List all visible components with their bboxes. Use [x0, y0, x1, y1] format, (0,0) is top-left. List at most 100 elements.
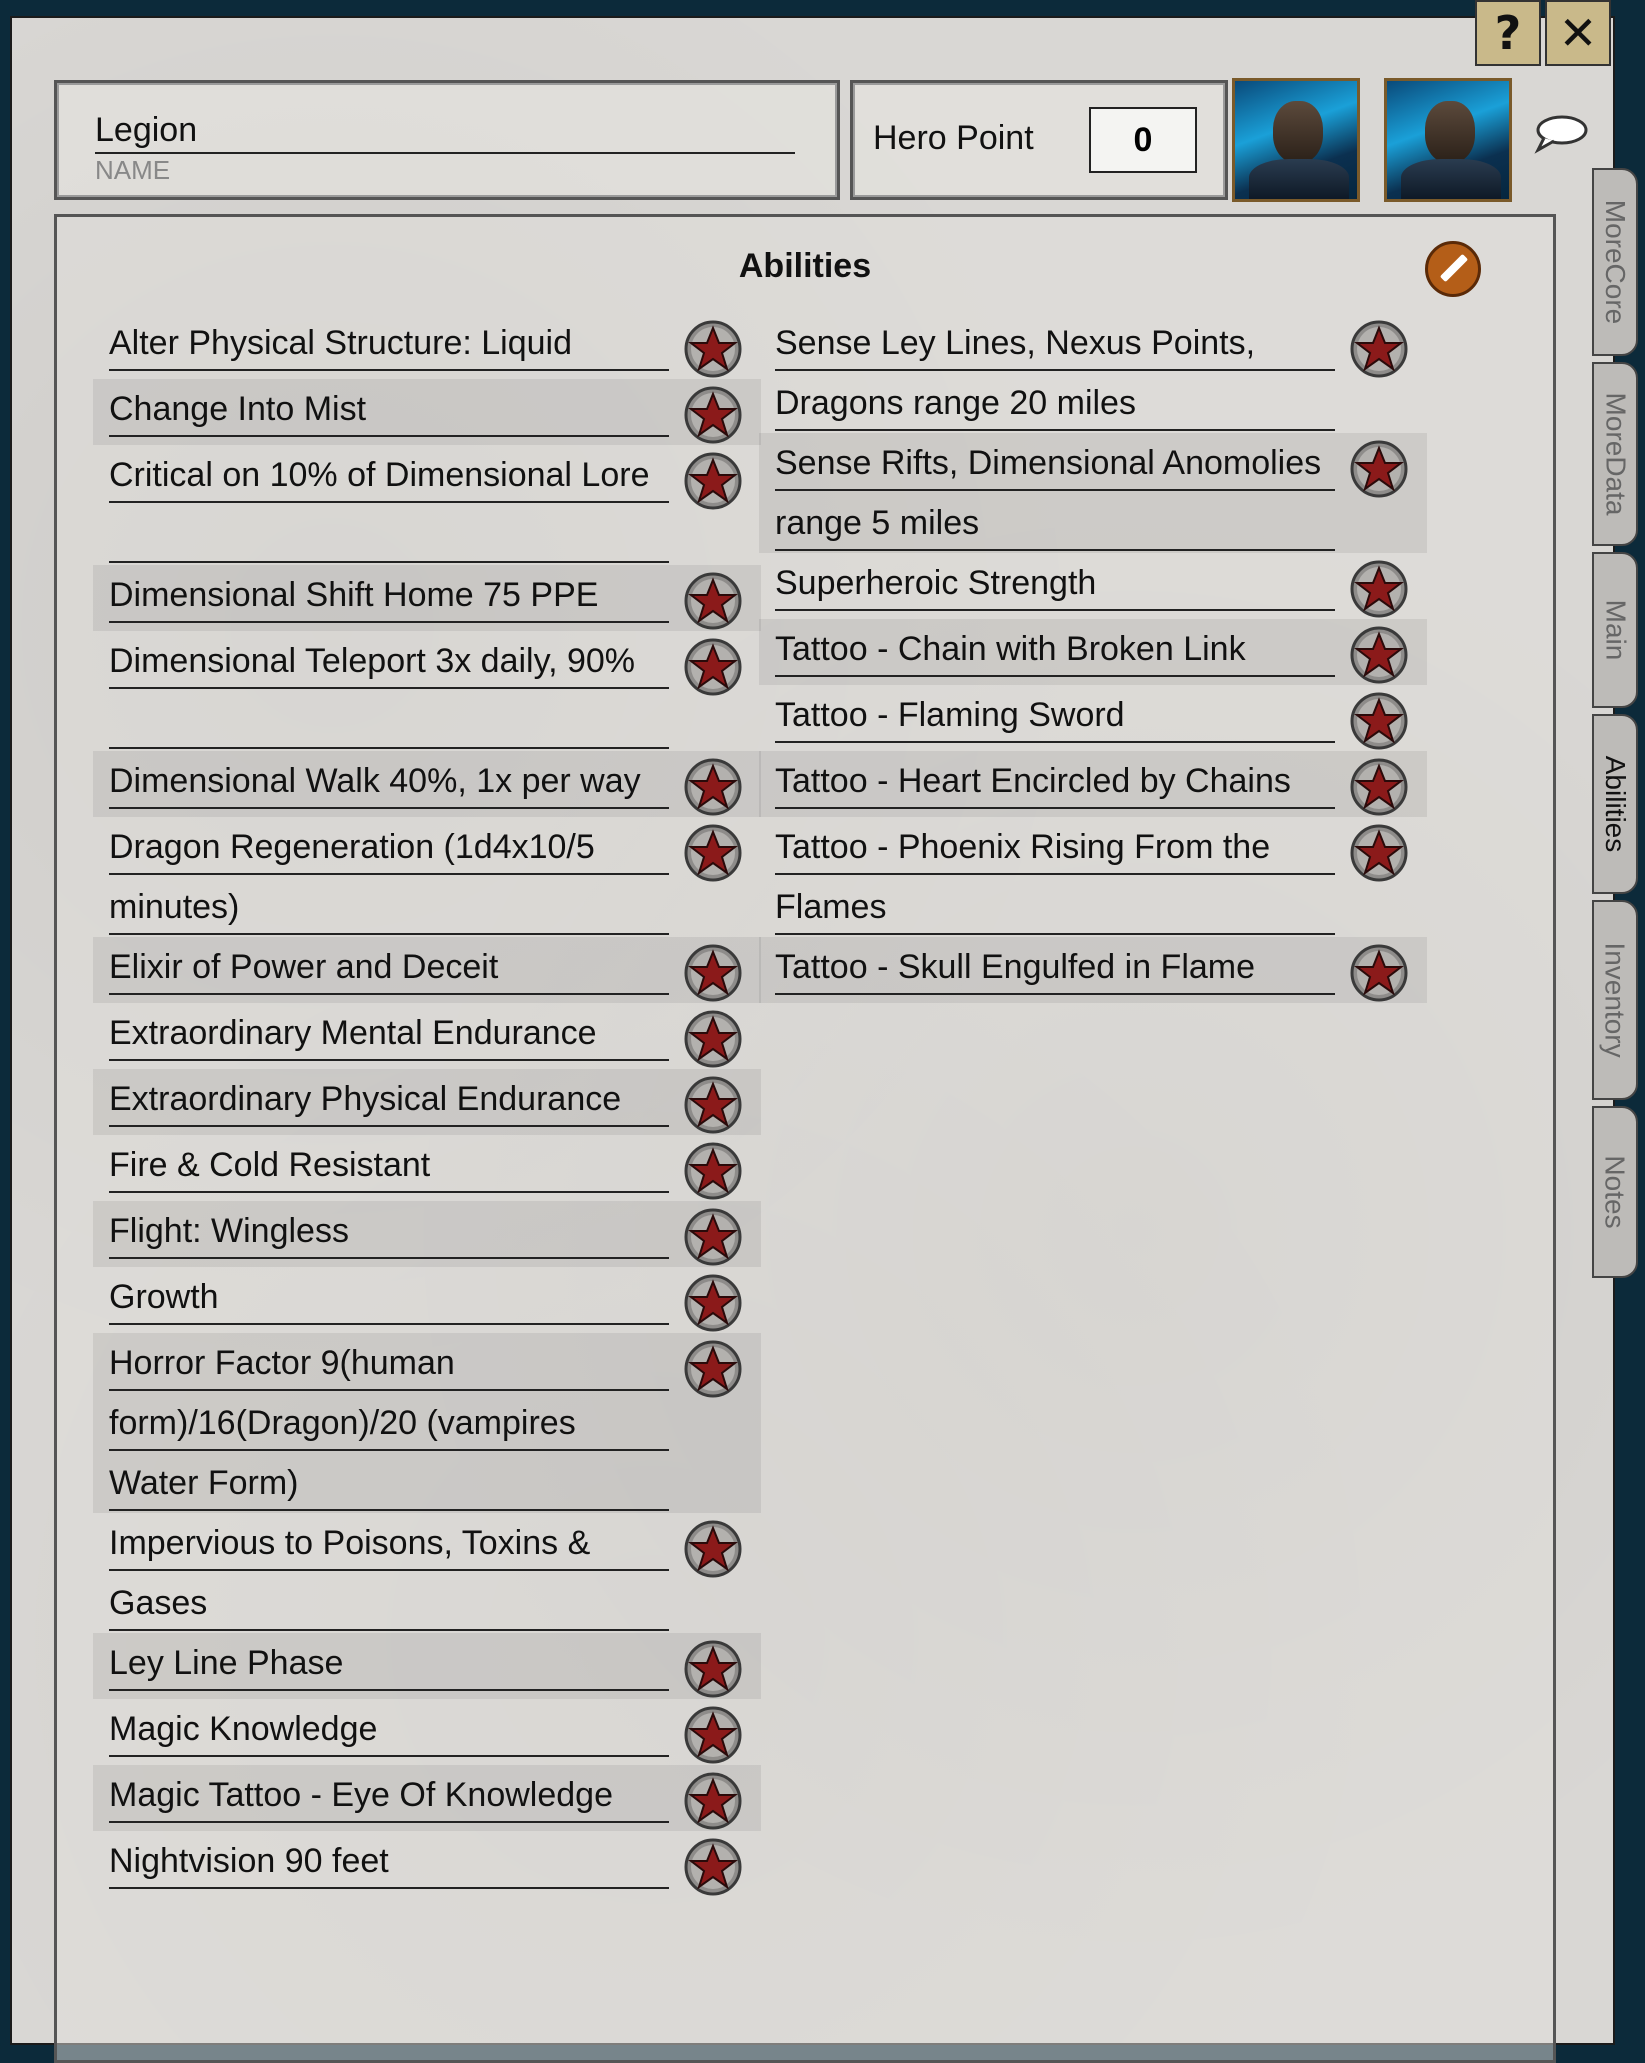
character-sheet-window: Legion NAME Hero Point 0 Abilities Alter…	[10, 16, 1638, 2063]
ability-row: Change Into Mist	[93, 379, 761, 445]
ability-name[interactable]: Nightvision 90 feet	[109, 1831, 669, 1891]
star-icon[interactable]	[683, 1639, 743, 1699]
ability-row: Horror Factor 9(human form)/16(Dragon)/2…	[93, 1333, 761, 1513]
tab-label: MoreData	[1600, 392, 1631, 516]
ability-row: Impervious to Poisons, Toxins & Gases	[93, 1513, 761, 1633]
star-icon[interactable]	[1349, 823, 1409, 883]
ability-name[interactable]: Extraordinary Mental Endurance	[109, 1003, 669, 1063]
ability-row: Elixir of Power and Deceit	[93, 937, 761, 1003]
star-icon[interactable]	[683, 1009, 743, 1069]
speech-bubble-icon[interactable]	[1534, 114, 1588, 154]
ability-name[interactable]: Ley Line Phase	[109, 1633, 669, 1693]
ability-name[interactable]: Growth	[109, 1267, 669, 1327]
ability-name[interactable]: Dimensional Shift Home 75 PPE	[109, 565, 669, 625]
ability-row: Alter Physical Structure: Liquid	[93, 313, 761, 379]
star-icon[interactable]	[683, 1075, 743, 1135]
star-icon[interactable]	[683, 757, 743, 817]
ability-row: Superheroic Strength	[759, 553, 1427, 619]
ability-row: Sense Ley Lines, Nexus Points, Dragons r…	[759, 313, 1427, 433]
ability-name[interactable]: Extraordinary Physical Endurance	[109, 1069, 669, 1129]
ability-name[interactable]: Dimensional Teleport 3x daily, 90%	[109, 631, 669, 751]
star-icon[interactable]	[683, 1837, 743, 1897]
ability-name[interactable]: Tattoo - Chain with Broken Link	[775, 619, 1335, 679]
ability-name[interactable]: Alter Physical Structure: Liquid	[109, 313, 669, 373]
ability-row: Dragon Regeneration (1d4x10/5 minutes)	[93, 817, 761, 937]
ability-name[interactable]: Elixir of Power and Deceit	[109, 937, 669, 997]
ability-name[interactable]: Change Into Mist	[109, 379, 669, 439]
star-icon[interactable]	[683, 943, 743, 1003]
star-icon[interactable]	[683, 1141, 743, 1201]
ability-row: Critical on 10% of Dimensional Lore	[93, 445, 761, 565]
name-field[interactable]: Legion	[95, 111, 795, 154]
ability-name[interactable]: Horror Factor 9(human form)/16(Dragon)/2…	[109, 1333, 669, 1513]
star-icon[interactable]	[1349, 757, 1409, 817]
star-icon[interactable]	[683, 571, 743, 631]
section-title: Abilities	[738, 247, 872, 285]
close-button[interactable]: ✕	[1545, 0, 1611, 66]
ability-row: Tattoo - Heart Encircled by Chains	[759, 751, 1427, 817]
ability-name[interactable]: Magic Knowledge	[109, 1699, 669, 1759]
ability-name[interactable]: Dragon Regeneration (1d4x10/5 minutes)	[109, 817, 669, 937]
sheet-tabs: MoreCore MoreData Main Abilities Inventory No…	[1592, 168, 1638, 1284]
star-icon[interactable]	[1349, 691, 1409, 751]
star-icon[interactable]	[683, 637, 743, 697]
ability-row: Sense Rifts, Dimensional Anomolies range…	[759, 433, 1427, 553]
star-icon[interactable]	[683, 1339, 743, 1399]
star-icon[interactable]	[683, 823, 743, 883]
ability-row: Tattoo - Skull Engulfed in Flame	[759, 937, 1427, 1003]
tab-abilities[interactable]: Abilities	[1592, 714, 1638, 894]
star-icon[interactable]	[683, 451, 743, 511]
tab-moredata[interactable]: MoreData	[1592, 362, 1638, 546]
ability-name[interactable]: Superheroic Strength	[775, 553, 1335, 613]
ability-name[interactable]: Tattoo - Heart Encircled by Chains	[775, 751, 1335, 811]
hero-point-frame: Hero Point 0	[850, 80, 1228, 200]
star-icon[interactable]	[683, 1705, 743, 1765]
ability-name[interactable]: Sense Rifts, Dimensional Anomolies range…	[775, 433, 1335, 553]
star-icon[interactable]	[1349, 439, 1409, 499]
ability-row: Nightvision 90 feet	[93, 1831, 761, 1897]
tab-main[interactable]: Main	[1592, 552, 1638, 708]
ability-name[interactable]: Tattoo - Flaming Sword	[775, 685, 1335, 745]
tab-label: MoreCore	[1600, 199, 1632, 325]
ability-name[interactable]: Tattoo - Phoenix Rising From the Flames	[775, 817, 1335, 937]
star-icon[interactable]	[1349, 943, 1409, 1003]
portrait-token[interactable]	[1232, 78, 1360, 202]
tab-label: Notes	[1600, 1155, 1631, 1229]
ability-name[interactable]: Critical on 10% of Dimensional Lore	[109, 445, 669, 565]
ability-name[interactable]: Tattoo - Skull Engulfed in Flame	[775, 937, 1335, 997]
star-icon[interactable]	[683, 385, 743, 445]
ability-row: Tattoo - Phoenix Rising From the Flames	[759, 817, 1427, 937]
star-icon[interactable]	[683, 319, 743, 379]
name-label: NAME	[95, 155, 171, 185]
help-button[interactable]: ?	[1475, 0, 1541, 66]
star-icon[interactable]	[683, 1273, 743, 1333]
tab-label: Abilities	[1600, 755, 1632, 853]
ability-name[interactable]: Flight: Wingless	[109, 1201, 669, 1261]
ability-row: Growth	[93, 1267, 761, 1333]
window-buttons: ? ✕	[1475, 0, 1611, 66]
ability-name[interactable]: Sense Ley Lines, Nexus Points, Dragons r…	[775, 313, 1335, 433]
star-icon[interactable]	[683, 1519, 743, 1579]
ability-row: Tattoo - Chain with Broken Link	[759, 619, 1427, 685]
tab-notes[interactable]: Notes	[1592, 1106, 1638, 1278]
hero-point-field[interactable]: 0	[1089, 107, 1197, 173]
tab-inventory[interactable]: Inventory	[1592, 900, 1638, 1100]
ability-name[interactable]: Magic Tattoo - Eye Of Knowledge	[109, 1765, 669, 1825]
ability-row: Magic Tattoo - Eye Of Knowledge	[93, 1765, 761, 1831]
ability-row: Magic Knowledge	[93, 1699, 761, 1765]
star-icon[interactable]	[1349, 559, 1409, 619]
ability-row: Dimensional Teleport 3x daily, 90%	[93, 631, 761, 751]
ability-row: Ley Line Phase	[93, 1633, 761, 1699]
ability-row: Tattoo - Flaming Sword	[759, 685, 1427, 751]
tab-morecore[interactable]: MoreCore	[1592, 168, 1638, 356]
star-icon[interactable]	[683, 1771, 743, 1831]
pencil-icon[interactable]	[1425, 241, 1481, 297]
ability-name[interactable]: Impervious to Poisons, Toxins & Gases	[109, 1513, 669, 1633]
star-icon[interactable]	[1349, 625, 1409, 685]
star-icon[interactable]	[1349, 319, 1409, 379]
portrait-image[interactable]	[1384, 78, 1512, 202]
star-icon[interactable]	[683, 1207, 743, 1267]
ability-name[interactable]: Dimensional Walk 40%, 1x per way	[109, 751, 669, 811]
ability-name[interactable]: Fire & Cold Resistant	[109, 1135, 669, 1195]
ability-row: Flight: Wingless	[93, 1201, 761, 1267]
